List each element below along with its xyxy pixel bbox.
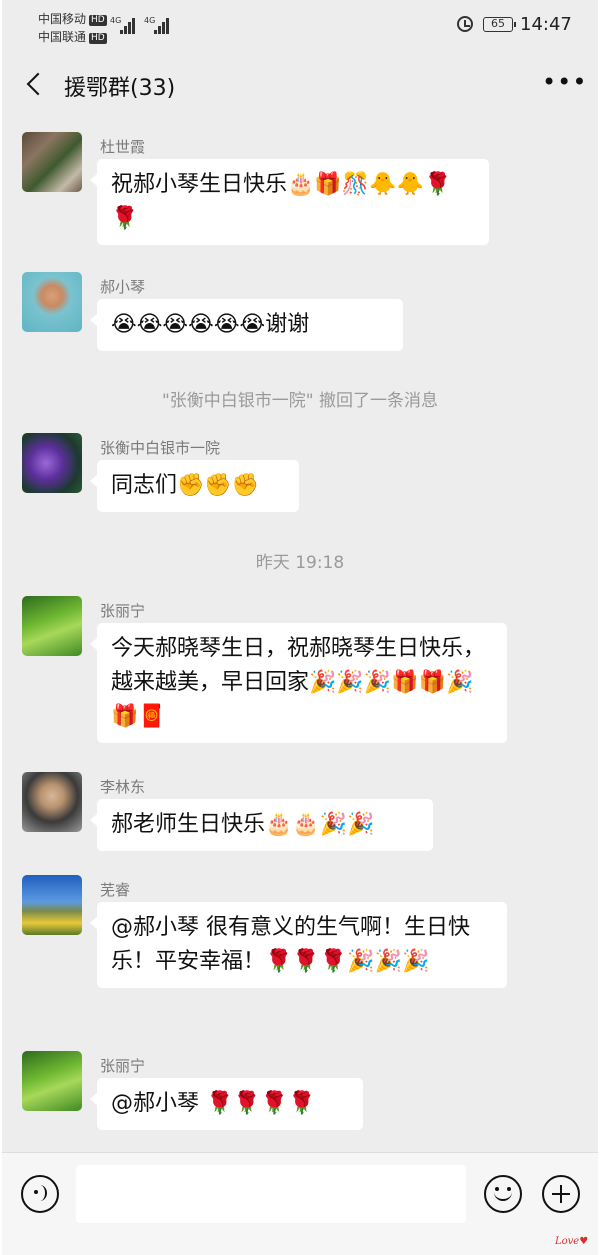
message-bubble[interactable]: 😭😭😭😭😭😭谢谢: [90, 299, 403, 351]
hd-badge: HD: [89, 15, 107, 26]
carrier-1: 中国移动: [38, 12, 87, 26]
chat-title: 援鄂群(33): [64, 76, 176, 101]
sender-name: 杜世霞: [100, 138, 146, 156]
sender-name: 芜睿: [100, 881, 131, 899]
message-bubble[interactable]: @郝小琴 很有意义的生气啊！生日快乐！平安幸福！🌹🌹🌹🎉🎉🎉: [90, 902, 507, 988]
heart-icon: ♥: [579, 1236, 589, 1247]
hd-badge: HD: [89, 33, 107, 44]
status-bar: 中国移动 HD 中国联通 HD 4G 4G 65 14:47: [2, 0, 598, 56]
timestamp: 昨天 19:18: [255, 553, 345, 573]
more-icon[interactable]: •••: [542, 70, 586, 96]
chat-screen: 中国移动 HD 中国联通 HD 4G 4G 65 14:47 援鄂群(33) •••…: [2, 0, 598, 1255]
emoji-icon[interactable]: [484, 1175, 522, 1213]
message-bubble[interactable]: 祝郝小琴生日快乐🎂🎁🎊🐥🐥🌹🌹: [90, 159, 489, 245]
avatar[interactable]: [22, 272, 82, 332]
voice-icon[interactable]: [21, 1175, 59, 1213]
back-icon[interactable]: [24, 74, 42, 92]
avatar[interactable]: [22, 1051, 82, 1111]
plus-icon[interactable]: [542, 1175, 580, 1213]
message-bubble[interactable]: 同志们✊✊✊: [90, 460, 299, 512]
nav-bar: 援鄂群(33) •••: [2, 56, 598, 118]
sender-name: 张丽宁: [100, 1057, 146, 1075]
carrier-info: 中国移动 HD 中国联通 HD: [38, 10, 107, 46]
signal-icon: [154, 18, 170, 34]
message-bubble[interactable]: @郝小琴 🌹🌹🌹🌹: [90, 1078, 363, 1130]
message-bubble[interactable]: 郝老师生日快乐🎂🎂🎉🎉: [90, 799, 433, 851]
sender-name: 张丽宁: [100, 602, 146, 620]
alarm-icon: [457, 16, 473, 32]
avatar[interactable]: [22, 132, 82, 192]
avatar[interactable]: [22, 596, 82, 656]
avatar[interactable]: [22, 433, 82, 493]
avatar[interactable]: [22, 875, 82, 935]
message-bubble[interactable]: 今天郝晓琴生日，祝郝晓琴生日快乐，越来越美，早日回家🎉🎉🎉🎁🎁🎉🎁🧧: [90, 623, 507, 743]
recall-notice: "张衡中白银市一院" 撤回了一条消息: [161, 391, 439, 411]
signal-icon: [120, 18, 136, 34]
sender-name: 张衡中白银市一院: [100, 439, 221, 457]
carrier-2: 中国联通: [38, 30, 87, 44]
battery-icon: 65: [483, 17, 516, 32]
avatar[interactable]: [22, 772, 82, 832]
watermark: Love♥: [555, 1236, 588, 1247]
clock: 14:47: [520, 14, 572, 35]
watermark-text: Love: [555, 1236, 580, 1247]
sender-name: 郝小琴: [100, 278, 146, 296]
input-bar: [2, 1152, 598, 1255]
message-input[interactable]: [76, 1165, 466, 1223]
sender-name: 李林东: [100, 778, 146, 796]
